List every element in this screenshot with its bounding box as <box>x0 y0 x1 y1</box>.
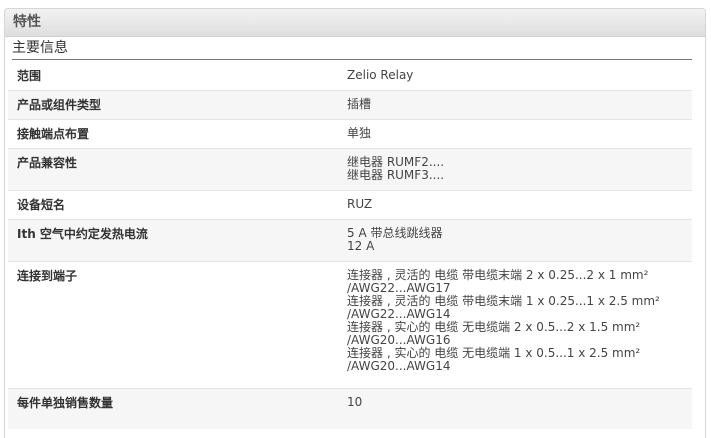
spec-value-line: /AWG20...AWG14 <box>347 359 451 373</box>
spec-row-terminal-connection: 连接到端子 连接器 , 灵活的 电缆 带电缆末端 2 x 0.25...2 x … <box>8 262 692 389</box>
spec-value-line: 继电器 RUMF3.... <box>347 168 445 182</box>
spec-value-line: 10 <box>347 395 363 409</box>
spec-label: 产品兼容性 <box>17 156 78 170</box>
spec-value-line: 单独 <box>347 126 372 140</box>
spec-row-contact-arrangement: 接触端点布置 单独 <box>8 120 692 149</box>
spec-value: Zelio Relay <box>347 62 692 90</box>
spec-label: 每件单独销售数量 <box>17 396 114 410</box>
spec-label: Ith 空气中约定发热电流 <box>17 227 148 241</box>
spec-label: 接触端点布置 <box>17 127 90 141</box>
spec-value-line: 12 A <box>347 239 375 253</box>
spec-value: RUZ <box>347 191 692 219</box>
panel-title: 特性 <box>5 9 705 37</box>
spec-value: 10 <box>347 389 692 429</box>
spec-value: 插槽 <box>347 91 692 119</box>
spec-row-short-name: 设备短名 RUZ <box>8 191 692 220</box>
spec-label: 范围 <box>17 69 42 83</box>
spec-row-range: 范围 Zelio Relay <box>8 62 692 91</box>
specs-table: 范围 Zelio Relay 产品或组件类型 插槽 接触端点布置 单独 产品兼容… <box>8 62 692 429</box>
spec-value: 5 A 带总线跳线器 12 A <box>347 220 692 261</box>
spec-value-line: 插槽 <box>347 97 372 111</box>
spec-value: 单独 <box>347 120 692 148</box>
spec-value-line: RUZ <box>347 197 373 211</box>
spec-label: 产品或组件类型 <box>17 98 102 112</box>
spec-label: 连接到端子 <box>17 269 78 283</box>
section-title: 主要信息 <box>12 39 692 60</box>
spec-value: 连接器 , 灵活的 电缆 带电缆末端 2 x 0.25...2 x 1 mm² … <box>347 262 692 388</box>
spec-value-line: 5 A 带总线跳线器 <box>347 226 443 240</box>
spec-row-sale-quantity: 每件单独销售数量 10 <box>8 389 692 429</box>
spec-value-line: Zelio Relay <box>347 68 414 82</box>
spec-row-product-type: 产品或组件类型 插槽 <box>8 91 692 120</box>
spec-row-thermal-current: Ith 空气中约定发热电流 5 A 带总线跳线器 12 A <box>8 220 692 262</box>
spec-row-compatibility: 产品兼容性 继电器 RUMF2.... 继电器 RUMF3.... <box>8 149 692 191</box>
spec-label: 设备短名 <box>17 198 66 212</box>
spec-value: 继电器 RUMF2.... 继电器 RUMF3.... <box>347 149 692 190</box>
